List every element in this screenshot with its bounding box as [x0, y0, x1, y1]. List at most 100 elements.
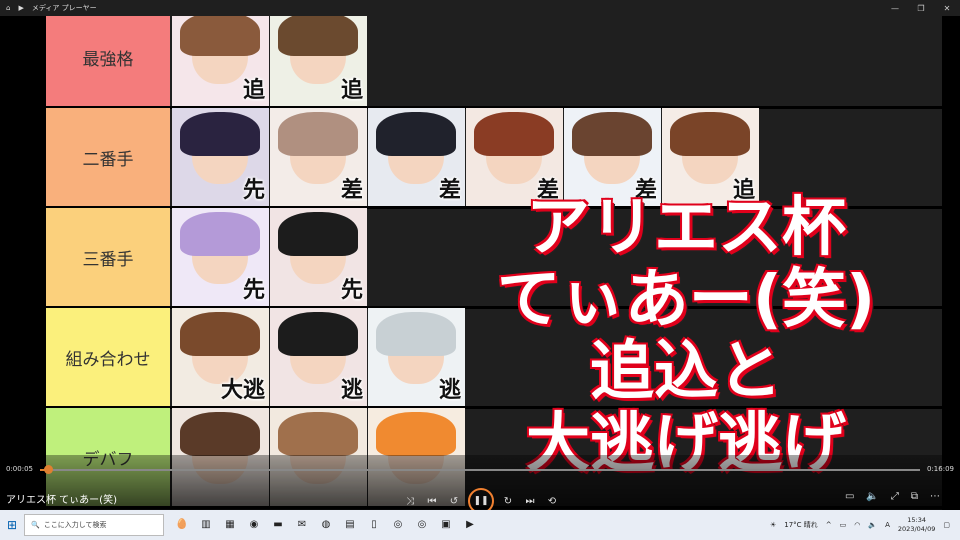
portrait-hair: [180, 212, 260, 256]
running-style-tag: 先: [242, 278, 265, 303]
overlay-line: アリエス杯: [526, 191, 846, 265]
character-portrait: 先: [172, 108, 269, 206]
window-title: メディア プレーヤー: [31, 4, 97, 12]
running-style-tag: 先: [340, 278, 363, 303]
character-portrait: 先: [270, 208, 367, 306]
tier-label: 三番手: [46, 208, 170, 306]
character-portrait: 差: [270, 108, 367, 206]
portrait-hair: [278, 16, 358, 56]
capture-icon[interactable]: ▣: [438, 517, 454, 533]
portrait-hair: [180, 312, 260, 356]
windows-start-icon[interactable]: ⊞: [0, 518, 24, 532]
tray-expand-icon[interactable]: ^: [826, 521, 832, 529]
portrait-hair: [180, 412, 260, 456]
character-portrait: 追: [172, 16, 269, 106]
close-button[interactable]: ✕: [934, 4, 960, 13]
clock[interactable]: 15:34 2023/04/09: [898, 516, 935, 534]
media-player-icon[interactable]: ▶: [462, 517, 478, 533]
portrait-hair: [278, 312, 358, 356]
fullscreen-icon[interactable]: ⤢: [891, 491, 899, 502]
easter-egg-icon[interactable]: 🥚: [174, 517, 190, 533]
seek-handle[interactable]: [44, 465, 53, 474]
video-area[interactable]: 最強格追追二番手先差差差差追三番手先先組み合わせ大逃逃逃デバフ アリエス杯 てぃ…: [0, 16, 960, 510]
total-time: 0:16:09: [927, 465, 954, 473]
media-title: アリエス杯 てぃあー(笑): [6, 495, 117, 506]
taskbar-search[interactable]: 🔍 ここに入力して検索: [24, 514, 164, 536]
running-style-tag: 大逃: [220, 378, 265, 403]
portrait-hair: [376, 312, 456, 356]
character-portrait: 差: [368, 108, 465, 206]
current-time: 0:00:05: [6, 465, 33, 473]
speaker-icon[interactable]: 🔈: [868, 521, 877, 529]
edge-icon[interactable]: ◉: [246, 517, 262, 533]
clock-time: 15:34: [907, 516, 926, 524]
portrait-hair: [474, 112, 554, 156]
calculator-icon[interactable]: ▦: [222, 517, 238, 533]
running-style-tag: 追: [242, 78, 265, 103]
chrome-canary-icon[interactable]: ◎: [390, 517, 406, 533]
weather-text: 17°C 晴れ: [784, 521, 818, 529]
running-style-tag: 差: [340, 178, 363, 203]
subtitles-icon[interactable]: ▭: [845, 491, 854, 502]
notifications-icon[interactable]: ▢: [943, 521, 950, 529]
wifi-icon[interactable]: ◠: [854, 521, 860, 529]
window-titlebar: ⌂ ▶ メディア プレーヤー — ❐ ✕: [0, 0, 960, 16]
portrait-hair: [670, 112, 750, 156]
search-icon: 🔍: [31, 521, 40, 529]
portrait-hair: [278, 412, 358, 456]
running-style-tag: 逃: [340, 378, 363, 403]
task-view-icon[interactable]: ▥: [198, 517, 214, 533]
character-portrait: 追: [270, 16, 367, 106]
search-placeholder: ここに入力して検索: [43, 521, 107, 529]
shuffle-icon[interactable]: ⤨: [402, 496, 418, 507]
character-portrait: 逃: [368, 308, 465, 406]
forward-icon[interactable]: ↻: [500, 496, 516, 507]
volume-icon[interactable]: 🔈: [866, 491, 878, 502]
overlay-line: てぃあー(笑): [496, 263, 876, 337]
miniplayer-icon[interactable]: ⧉: [911, 491, 918, 502]
portrait-hair: [278, 212, 358, 256]
store-icon[interactable]: ▤: [342, 517, 358, 533]
phone-icon[interactable]: ▯: [366, 517, 382, 533]
mail-icon[interactable]: ✉: [294, 517, 310, 533]
running-style-tag: 追: [340, 78, 363, 103]
portrait-hair: [180, 16, 260, 56]
character-portrait: 逃: [270, 308, 367, 406]
rewind-icon[interactable]: ↺: [446, 496, 462, 507]
tier-label: 最強格: [46, 16, 170, 106]
ime-indicator[interactable]: A: [885, 521, 890, 529]
clock-date: 2023/04/09: [897, 525, 936, 533]
file-explorer-icon[interactable]: ▬: [270, 517, 286, 533]
portrait-hair: [180, 112, 260, 156]
more-icon[interactable]: ⋯: [930, 491, 940, 502]
taskbar: ⊞ 🔍 ここに入力して検索 🥚 ▥ ▦ ◉ ▬ ✉ ◍ ▤ ▯ ◎ ◎ ▣ ▶ …: [0, 510, 960, 540]
minimize-button[interactable]: —: [882, 4, 908, 13]
tier-row: 最強格追 追: [46, 16, 942, 106]
weather-icon[interactable]: ☀: [770, 521, 776, 529]
previous-icon[interactable]: ⏮: [424, 496, 440, 507]
letterbox-left: [0, 16, 46, 510]
character-portrait: 先: [172, 208, 269, 306]
portrait-hair: [376, 412, 456, 456]
repeat-icon[interactable]: ⟲: [544, 496, 560, 507]
tier-label: 二番手: [46, 108, 170, 206]
overlay-title: アリエス杯 てぃあー(笑) 追込と 大逃げ逃げ: [496, 192, 876, 480]
chrome-icon[interactable]: ◎: [414, 517, 430, 533]
maximize-button[interactable]: ❐: [908, 4, 934, 13]
next-icon[interactable]: ⏭: [522, 496, 538, 507]
player-controls: 0:00:05 0:16:09 アリエス杯 てぃあー(笑) ⤨ ⏮ ↺ ❚❚ ↻…: [0, 455, 960, 514]
network-icon[interactable]: ▭: [840, 521, 847, 529]
seek-bar[interactable]: [40, 465, 920, 474]
running-style-tag: 逃: [438, 378, 461, 403]
portrait-hair: [278, 112, 358, 156]
running-style-tag: 差: [438, 178, 461, 203]
home-icon[interactable]: ⌂: [6, 4, 10, 12]
overlay-line: 追込と: [590, 335, 782, 409]
firefox-icon[interactable]: ◍: [318, 517, 334, 533]
portrait-hair: [376, 112, 456, 156]
app-icon: ▶: [18, 4, 24, 12]
running-style-tag: 先: [242, 178, 265, 203]
portrait-hair: [572, 112, 652, 156]
tier-label: 組み合わせ: [46, 308, 170, 406]
letterbox-right: [942, 16, 960, 510]
